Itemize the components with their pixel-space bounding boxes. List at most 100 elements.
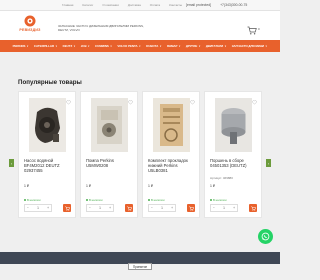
product-name[interactable]: Насос водяной BF4M2012 DEUTZ 02937455	[24, 158, 74, 173]
stock-status: В наличии	[210, 198, 227, 202]
chevron-down-icon: ▼	[55, 44, 58, 48]
product-price: 1 ₽	[148, 184, 153, 188]
add-to-cart-button[interactable]	[125, 204, 133, 212]
carousel-prev-button[interactable]: ‹	[9, 159, 14, 167]
chevron-down-icon: ▼	[87, 44, 90, 48]
chevron-down-icon: ▼	[109, 44, 113, 48]
logo[interactable]: РЕВИЗДИЗ	[17, 15, 43, 37]
top-link-about[interactable]: О компании	[102, 3, 119, 7]
chevron-down-icon: ▼	[73, 44, 76, 48]
qty-value[interactable]: 1	[223, 206, 225, 210]
product-article: Артикул: 469880	[210, 176, 233, 180]
chevron-left-icon: ‹	[10, 160, 13, 166]
qty-minus-button[interactable]: −	[27, 206, 29, 210]
nav-item-volvo-penta[interactable]: VOLVO PENTA ▼	[117, 44, 141, 48]
main-nav: PERKINS ▼ CATERPILLAR ▼ DEUTZ ▼ JCB ▼ CUMMIN…	[0, 40, 280, 52]
product-card[interactable]: Помпа Perkins U5MW0208 1 ₽ В наличии − 1…	[80, 91, 138, 218]
product-card[interactable]: Комплект прокладок нижний Perkins U5LB03…	[142, 91, 200, 218]
quantity-stepper[interactable]: − 1 +	[210, 204, 238, 212]
product-image-pump[interactable]	[91, 98, 128, 152]
nav-item-yanmar[interactable]: ЯНМАР ▼	[167, 44, 181, 48]
logo-text: РЕВИЗДИЗ	[19, 28, 41, 32]
nav-item-mini[interactable]: ЗАПЧАСТИ ДЛЯ МИНИ ▼	[232, 44, 268, 48]
add-to-cart-button[interactable]	[187, 204, 195, 212]
product-card[interactable]: Поршень в сборе 04501353 (DEUTZ) Артикул…	[204, 91, 262, 218]
cart-add-icon	[250, 206, 256, 211]
nav-item-other[interactable]: ДРУГИЕ ▼	[186, 44, 201, 48]
cart-add-icon	[64, 206, 70, 211]
top-bar: Главная Каталог О компании Доставка Опла…	[0, 0, 280, 11]
qty-value[interactable]: 1	[37, 206, 39, 210]
product-price: 1 ₽	[210, 184, 215, 188]
top-link-contacts[interactable]: Контакты	[169, 3, 182, 7]
cart-count: 0	[258, 27, 260, 31]
top-contacts: [email protected] +7(343)300-00-75	[186, 3, 247, 7]
nav-item-jcb[interactable]: JCB ▼	[81, 44, 90, 48]
heart-icon[interactable]	[190, 100, 195, 105]
cart-icon[interactable]	[247, 26, 257, 35]
product-name[interactable]: Помпа Perkins U5MW0208	[86, 158, 136, 168]
qty-plus-button[interactable]: +	[47, 206, 49, 210]
add-to-cart-button[interactable]	[249, 204, 257, 212]
site-header: РЕВИЗДИЗ ЗАПАСНЫЕ ЧАСТИ К ДИЗЕЛЬНЫМ ДВИГ…	[0, 11, 280, 40]
stock-dot-icon	[148, 199, 150, 201]
chevron-down-icon: ▼	[159, 44, 162, 48]
heart-icon[interactable]	[128, 100, 133, 105]
whatsapp-button[interactable]	[258, 229, 273, 244]
stock-dot-icon	[24, 199, 26, 201]
qty-value[interactable]: 1	[161, 206, 163, 210]
product-name[interactable]: Поршень в сборе 04501353 (DEUTZ)	[210, 158, 260, 168]
chevron-down-icon: ▼	[138, 44, 142, 48]
qty-minus-button[interactable]: −	[151, 206, 153, 210]
stock-dot-icon	[86, 199, 88, 201]
top-link-home[interactable]: Главная	[62, 3, 73, 7]
chevron-down-icon: ▼	[26, 44, 29, 48]
stock-status: В наличии	[86, 198, 103, 202]
nav-item-caterpillar[interactable]: CATERPILLAR ▼	[34, 44, 58, 48]
logo-icon	[24, 15, 36, 27]
quantity-stepper[interactable]: − 1 +	[148, 204, 176, 212]
chevron-down-icon: ▼	[178, 44, 181, 48]
nav-item-cummins[interactable]: CUMMINS ▼	[95, 44, 112, 48]
email-link[interactable]: [email protected]	[186, 3, 211, 7]
qty-minus-button[interactable]: −	[89, 206, 91, 210]
section-title: Популярные товары	[18, 79, 82, 86]
cookie-accept-button[interactable]: Принятие	[128, 263, 152, 270]
stock-status: В наличии	[24, 198, 41, 202]
nav-item-perkins[interactable]: PERKINS ▼	[13, 44, 29, 48]
top-link-catalog[interactable]: Каталог	[82, 3, 93, 7]
stock-dot-icon	[210, 199, 212, 201]
cart-add-icon	[126, 206, 132, 211]
qty-plus-button[interactable]: +	[171, 206, 173, 210]
whatsapp-icon	[261, 232, 270, 241]
top-link-payment[interactable]: Оплата	[150, 3, 160, 7]
product-price: 1 ₽	[86, 184, 91, 188]
top-links: Главная Каталог О компании Доставка Опла…	[62, 3, 182, 7]
add-to-cart-button[interactable]	[63, 204, 71, 212]
product-image-water-pump[interactable]	[29, 98, 66, 152]
quantity-stepper[interactable]: − 1 +	[24, 204, 52, 212]
product-card[interactable]: Насос водяной BF4M2012 DEUTZ 02937455 1 …	[18, 91, 76, 218]
nav-item-kubota[interactable]: KUBOTA ▼	[146, 44, 162, 48]
heart-icon[interactable]	[66, 100, 71, 105]
qty-plus-button[interactable]: +	[109, 206, 111, 210]
phone-link[interactable]: +7(343)300-00-75	[220, 3, 247, 7]
quantity-stepper[interactable]: − 1 +	[86, 204, 114, 212]
chevron-down-icon: ▼	[265, 44, 268, 48]
qty-value[interactable]: 1	[99, 206, 101, 210]
qty-plus-button[interactable]: +	[233, 206, 235, 210]
product-image-gasket-kit[interactable]	[153, 98, 190, 152]
top-link-delivery[interactable]: Доставка	[128, 3, 141, 7]
nav-item-deutz[interactable]: DEUTZ ▼	[63, 44, 76, 48]
site-tagline: ЗАПАСНЫЕ ЧАСТИ К ДИЗЕЛЬНЫМ ДВИГАТЕЛЯМ PE…	[58, 24, 144, 32]
chevron-right-icon: ›	[267, 160, 270, 166]
qty-minus-button[interactable]: −	[213, 206, 215, 210]
chevron-down-icon: ▼	[198, 44, 201, 48]
carousel-next-button[interactable]: ›	[266, 159, 271, 167]
cart-add-icon	[188, 206, 194, 211]
heart-icon[interactable]	[252, 100, 257, 105]
chevron-down-icon: ▼	[224, 44, 227, 48]
nav-item-engines[interactable]: ДВИГАТЕЛИ ▼	[206, 44, 227, 48]
product-image-piston[interactable]	[215, 98, 252, 152]
product-name[interactable]: Комплект прокладок нижний Perkins U5LB03…	[148, 158, 198, 173]
